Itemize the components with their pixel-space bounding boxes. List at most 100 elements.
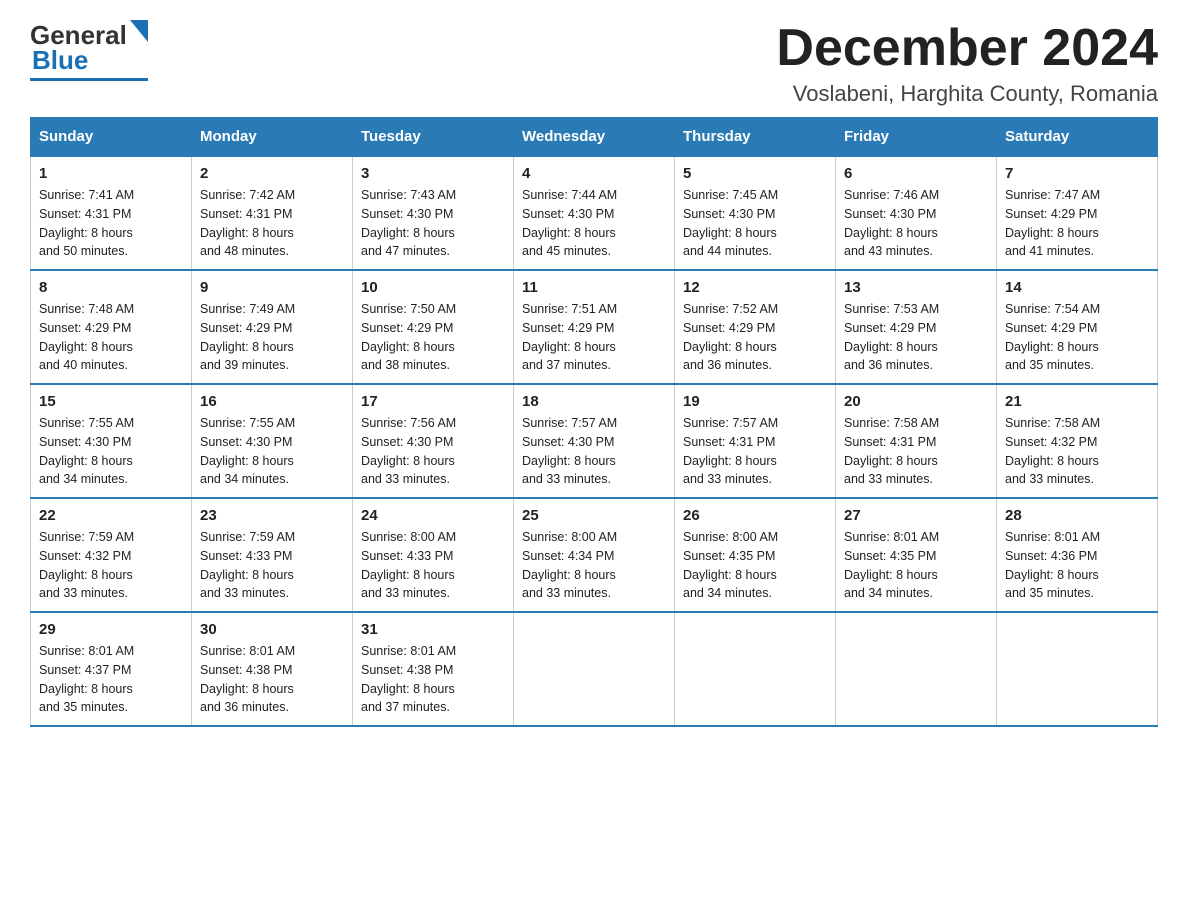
calendar-cell: 31 Sunrise: 8:01 AMSunset: 4:38 PMDayligh…	[353, 612, 514, 726]
calendar-cell: 22 Sunrise: 7:59 AMSunset: 4:32 PMDayligh…	[31, 498, 192, 612]
day-number: 31	[361, 621, 505, 638]
calendar-cell: 21 Sunrise: 7:58 AMSunset: 4:32 PMDayligh…	[997, 384, 1158, 498]
day-number: 12	[683, 279, 827, 296]
weekday-header-friday: Friday	[836, 118, 997, 157]
logo-arrow-icon	[130, 20, 148, 47]
day-number: 14	[1005, 279, 1149, 296]
day-info: Sunrise: 7:47 AMSunset: 4:29 PMDaylight:…	[1005, 186, 1149, 261]
weekday-header-saturday: Saturday	[997, 118, 1158, 157]
calendar-cell: 15 Sunrise: 7:55 AMSunset: 4:30 PMDayligh…	[31, 384, 192, 498]
day-info: Sunrise: 7:59 AMSunset: 4:32 PMDaylight:…	[39, 528, 183, 603]
day-info: Sunrise: 8:00 AMSunset: 4:33 PMDaylight:…	[361, 528, 505, 603]
day-info: Sunrise: 7:41 AMSunset: 4:31 PMDaylight:…	[39, 186, 183, 261]
logo-underline	[30, 78, 148, 81]
calendar-week-row: 15 Sunrise: 7:55 AMSunset: 4:30 PMDayligh…	[31, 384, 1158, 498]
day-number: 18	[522, 393, 666, 410]
day-info: Sunrise: 7:42 AMSunset: 4:31 PMDaylight:…	[200, 186, 344, 261]
day-info: Sunrise: 7:56 AMSunset: 4:30 PMDaylight:…	[361, 414, 505, 489]
calendar-cell: 10 Sunrise: 7:50 AMSunset: 4:29 PMDayligh…	[353, 270, 514, 384]
calendar-cell: 19Sunrise: 7:57 AMSunset: 4:31 PMDayligh…	[675, 384, 836, 498]
day-number: 4	[522, 165, 666, 182]
day-number: 27	[844, 507, 988, 524]
day-number: 1	[39, 165, 183, 182]
day-number: 20	[844, 393, 988, 410]
calendar-cell: 30 Sunrise: 8:01 AMSunset: 4:38 PMDayligh…	[192, 612, 353, 726]
calendar-table: SundayMondayTuesdayWednesdayThursdayFrid…	[30, 117, 1158, 727]
day-number: 24	[361, 507, 505, 524]
day-number: 2	[200, 165, 344, 182]
day-number: 9	[200, 279, 344, 296]
day-number: 17	[361, 393, 505, 410]
weekday-header-sunday: Sunday	[31, 118, 192, 157]
day-info: Sunrise: 8:00 AMSunset: 4:34 PMDaylight:…	[522, 528, 666, 603]
calendar-cell: 17 Sunrise: 7:56 AMSunset: 4:30 PMDayligh…	[353, 384, 514, 498]
calendar-cell	[836, 612, 997, 726]
day-info: Sunrise: 7:58 AMSunset: 4:32 PMDaylight:…	[1005, 414, 1149, 489]
day-number: 7	[1005, 165, 1149, 182]
calendar-week-row: 8 Sunrise: 7:48 AMSunset: 4:29 PMDaylight…	[31, 270, 1158, 384]
day-number: 16	[200, 393, 344, 410]
day-number: 15	[39, 393, 183, 410]
calendar-cell: 28 Sunrise: 8:01 AMSunset: 4:36 PMDayligh…	[997, 498, 1158, 612]
day-number: 5	[683, 165, 827, 182]
day-number: 13	[844, 279, 988, 296]
calendar-cell: 27 Sunrise: 8:01 AMSunset: 4:35 PMDayligh…	[836, 498, 997, 612]
day-info: Sunrise: 8:01 AMSunset: 4:38 PMDaylight:…	[361, 642, 505, 717]
day-number: 21	[1005, 393, 1149, 410]
calendar-cell: 29Sunrise: 8:01 AMSunset: 4:37 PMDayligh…	[31, 612, 192, 726]
weekday-header-thursday: Thursday	[675, 118, 836, 157]
calendar-cell	[997, 612, 1158, 726]
location-title: Voslabeni, Harghita County, Romania	[776, 81, 1158, 107]
page-header: General Blue December 2024 Voslabeni, Ha…	[30, 20, 1158, 107]
day-number: 3	[361, 165, 505, 182]
day-info: Sunrise: 8:01 AMSunset: 4:36 PMDaylight:…	[1005, 528, 1149, 603]
calendar-week-row: 22 Sunrise: 7:59 AMSunset: 4:32 PMDayligh…	[31, 498, 1158, 612]
calendar-cell: 2 Sunrise: 7:42 AMSunset: 4:31 PMDaylight…	[192, 156, 353, 270]
calendar-cell: 23 Sunrise: 7:59 AMSunset: 4:33 PMDayligh…	[192, 498, 353, 612]
calendar-cell: 16Sunrise: 7:55 AMSunset: 4:30 PMDayligh…	[192, 384, 353, 498]
logo: General Blue	[30, 20, 148, 81]
calendar-cell: 5 Sunrise: 7:45 AMSunset: 4:30 PMDaylight…	[675, 156, 836, 270]
day-info: Sunrise: 7:57 AMSunset: 4:31 PMDaylight:…	[683, 414, 827, 489]
weekday-header-tuesday: Tuesday	[353, 118, 514, 157]
logo-blue-text: Blue	[32, 45, 88, 76]
day-number: 8	[39, 279, 183, 296]
day-number: 6	[844, 165, 988, 182]
calendar-cell: 8 Sunrise: 7:48 AMSunset: 4:29 PMDaylight…	[31, 270, 192, 384]
weekday-header-row: SundayMondayTuesdayWednesdayThursdayFrid…	[31, 118, 1158, 157]
calendar-cell: 11Sunrise: 7:51 AMSunset: 4:29 PMDayligh…	[514, 270, 675, 384]
calendar-cell: 9Sunrise: 7:49 AMSunset: 4:29 PMDaylight…	[192, 270, 353, 384]
day-info: Sunrise: 7:48 AMSunset: 4:29 PMDaylight:…	[39, 300, 183, 375]
calendar-cell: 12 Sunrise: 7:52 AMSunset: 4:29 PMDayligh…	[675, 270, 836, 384]
calendar-cell: 1 Sunrise: 7:41 AMSunset: 4:31 PMDaylight…	[31, 156, 192, 270]
title-block: December 2024 Voslabeni, Harghita County…	[776, 20, 1158, 107]
calendar-cell: 25Sunrise: 8:00 AMSunset: 4:34 PMDayligh…	[514, 498, 675, 612]
calendar-week-row: 29Sunrise: 8:01 AMSunset: 4:37 PMDayligh…	[31, 612, 1158, 726]
calendar-cell: 26Sunrise: 8:00 AMSunset: 4:35 PMDayligh…	[675, 498, 836, 612]
day-info: Sunrise: 7:53 AMSunset: 4:29 PMDaylight:…	[844, 300, 988, 375]
day-number: 23	[200, 507, 344, 524]
month-title: December 2024	[776, 20, 1158, 77]
day-number: 28	[1005, 507, 1149, 524]
calendar-cell: 14 Sunrise: 7:54 AMSunset: 4:29 PMDayligh…	[997, 270, 1158, 384]
calendar-cell	[675, 612, 836, 726]
day-number: 30	[200, 621, 344, 638]
day-info: Sunrise: 7:45 AMSunset: 4:30 PMDaylight:…	[683, 186, 827, 261]
day-info: Sunrise: 7:50 AMSunset: 4:29 PMDaylight:…	[361, 300, 505, 375]
weekday-header-wednesday: Wednesday	[514, 118, 675, 157]
day-number: 10	[361, 279, 505, 296]
calendar-cell: 18Sunrise: 7:57 AMSunset: 4:30 PMDayligh…	[514, 384, 675, 498]
day-info: Sunrise: 7:46 AMSunset: 4:30 PMDaylight:…	[844, 186, 988, 261]
day-info: Sunrise: 8:01 AMSunset: 4:35 PMDaylight:…	[844, 528, 988, 603]
calendar-cell: 6 Sunrise: 7:46 AMSunset: 4:30 PMDaylight…	[836, 156, 997, 270]
day-number: 22	[39, 507, 183, 524]
day-info: Sunrise: 7:54 AMSunset: 4:29 PMDaylight:…	[1005, 300, 1149, 375]
day-info: Sunrise: 7:52 AMSunset: 4:29 PMDaylight:…	[683, 300, 827, 375]
day-info: Sunrise: 8:01 AMSunset: 4:38 PMDaylight:…	[200, 642, 344, 717]
calendar-cell: 3Sunrise: 7:43 AMSunset: 4:30 PMDaylight…	[353, 156, 514, 270]
day-info: Sunrise: 8:00 AMSunset: 4:35 PMDaylight:…	[683, 528, 827, 603]
calendar-cell: 20Sunrise: 7:58 AMSunset: 4:31 PMDayligh…	[836, 384, 997, 498]
day-info: Sunrise: 7:59 AMSunset: 4:33 PMDaylight:…	[200, 528, 344, 603]
day-info: Sunrise: 7:55 AMSunset: 4:30 PMDaylight:…	[39, 414, 183, 489]
calendar-cell	[514, 612, 675, 726]
